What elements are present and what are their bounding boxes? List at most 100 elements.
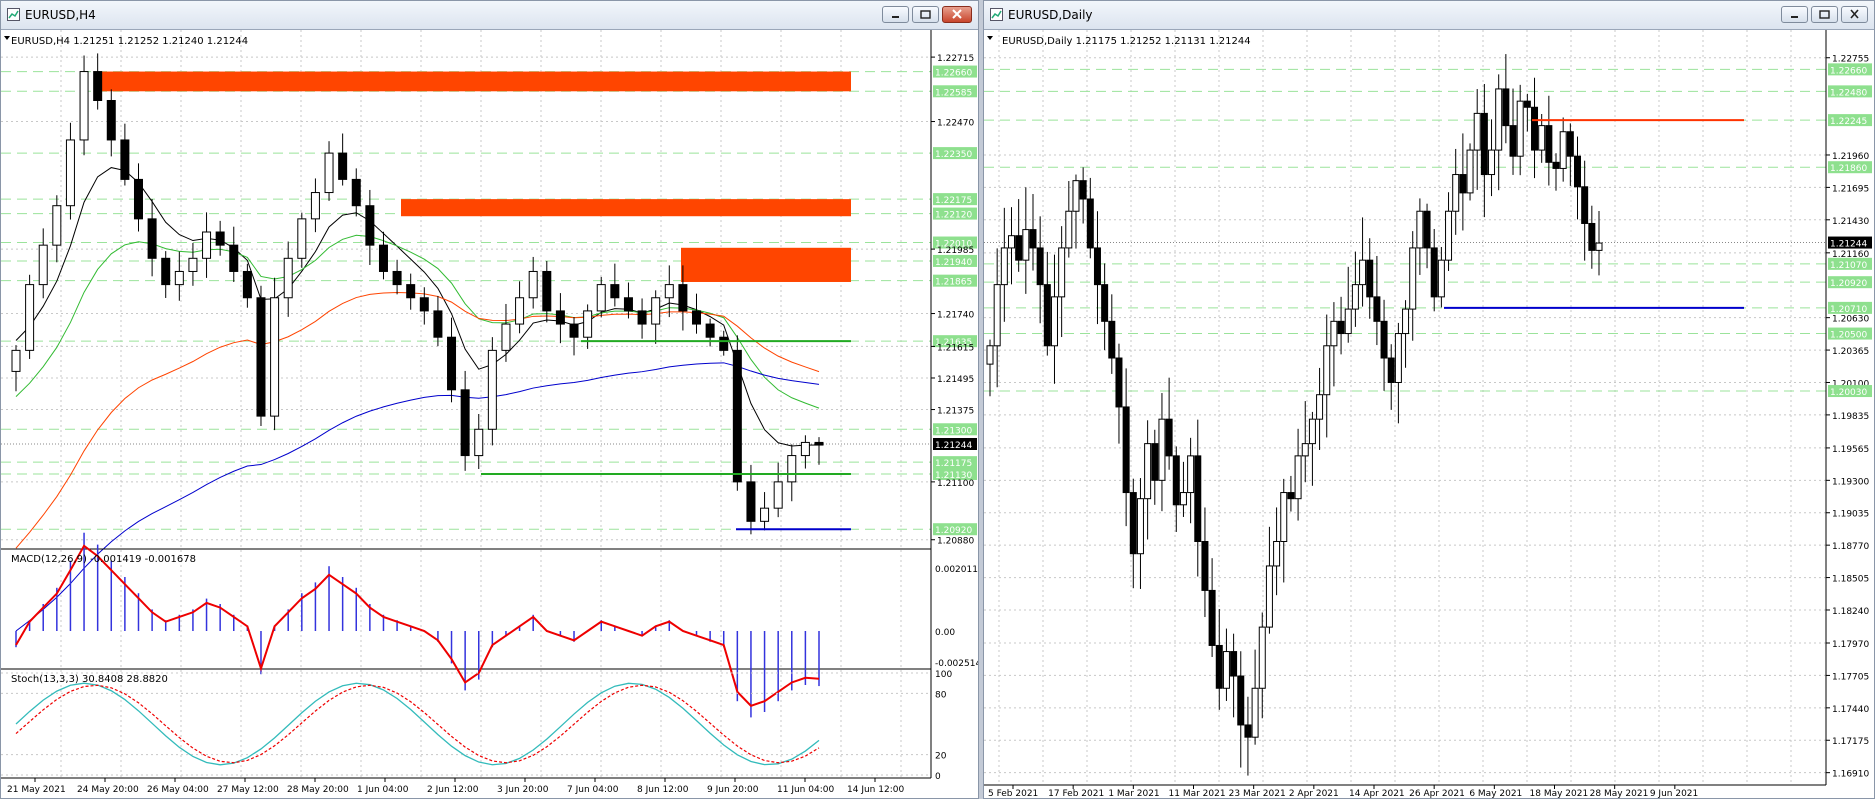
bear-candle [1108, 320, 1116, 359]
daily-window-titlebar[interactable]: EURUSD,Daily [984, 1, 1874, 30]
chart-dropdown-icon[interactable] [987, 36, 993, 40]
price-axis-label: 1.20920 [1830, 279, 1867, 289]
macd-scale-label: -0.002514 [935, 659, 978, 669]
bear-candle [1208, 589, 1216, 646]
time-axis-label: 27 May 12:00 [217, 785, 279, 795]
price-axis-label: 1.19035 [1832, 510, 1869, 520]
bear-candle [542, 270, 552, 312]
bull-candle [1000, 247, 1008, 286]
price-axis-label: 1.22350 [935, 150, 972, 160]
time-axis-label: 14 Apr 2021 [1349, 789, 1405, 798]
restore-button[interactable] [1811, 6, 1838, 23]
bear-candle [555, 310, 565, 325]
price-axis-label: 1.19835 [1832, 412, 1869, 422]
bull-candle [1273, 540, 1281, 567]
bear-candle [1215, 644, 1223, 689]
price-axis-label: 1.20630 [1832, 315, 1869, 325]
h4-window-titlebar[interactable]: EURUSD,H4 [1, 1, 978, 30]
price-axis-label: 1.21860 [1830, 164, 1867, 174]
bull-candle [1316, 394, 1324, 420]
bull-candle [188, 257, 198, 272]
bear-candle [1115, 357, 1123, 408]
bull-candle [1308, 418, 1316, 445]
price-axis-label: 1.17705 [1832, 672, 1869, 682]
h4-price-chart[interactable]: EURUSD,H4 1.21251 1.21252 1.21240 1.2124… [1, 30, 978, 798]
time-axis-label: 26 May 04:00 [147, 785, 209, 795]
bull-candle [1359, 259, 1367, 286]
daily-price-chart[interactable]: EURUSD,Daily 1.21175 1.21252 1.21131 1.2… [984, 30, 1874, 798]
bull-candle [1344, 308, 1352, 335]
chart-window-icon [990, 8, 1003, 21]
bull-candle [270, 297, 280, 417]
daily-chart-window[interactable]: EURUSD,Daily EURUSD,Daily 1.21175 1.2125… [983, 0, 1875, 799]
price-axis-label: 1.21940 [935, 258, 972, 268]
price-axis-label: 1.22175 [935, 196, 972, 206]
bear-candle [1086, 198, 1094, 249]
close-button[interactable] [1841, 6, 1868, 23]
bear-candle [447, 336, 457, 391]
bull-candle [1330, 320, 1338, 347]
bull-candle [986, 345, 994, 365]
bull-candle [528, 270, 538, 299]
bull-candle [501, 323, 511, 351]
stoch-label: Stoch(13,3,3) 30.8408 28.8820 [11, 674, 168, 685]
bear-candle [1244, 724, 1252, 738]
bear-candle [610, 284, 620, 299]
price-axis-label: 1.22660 [1830, 66, 1867, 76]
bull-candle [38, 244, 48, 286]
bull-candle [1251, 687, 1259, 738]
price-axis-label: 1.17970 [1832, 640, 1869, 650]
bear-candle [1194, 455, 1202, 542]
price-axis-label: 1.21615 [937, 343, 974, 353]
time-axis-label: 8 Jun 12:00 [637, 785, 689, 795]
bear-candle [365, 205, 375, 246]
restore-icon [1819, 10, 1830, 19]
price-axis-label: 1.21430 [1832, 217, 1869, 227]
time-axis-label: 9 Jun 20:00 [707, 785, 759, 795]
bear-candle [569, 323, 579, 338]
bear-candle [1093, 247, 1101, 286]
time-axis-label: 18 May 2021 [1530, 789, 1589, 798]
h4-chart-window[interactable]: EURUSD,H4 EURUSD,H4 1.21251 1.21252 1.21… [0, 0, 979, 799]
close-button[interactable] [942, 6, 972, 23]
minimize-button[interactable] [1781, 6, 1808, 23]
price-axis-label: 1.21175 [935, 459, 972, 469]
price-axis-label: 1.22470 [937, 119, 974, 129]
bull-candle [283, 257, 293, 299]
bull-candle [1437, 259, 1445, 298]
bear-candle [1029, 229, 1037, 249]
time-axis-label: 7 Jun 04:00 [567, 785, 619, 795]
chart-window-icon [7, 8, 20, 21]
bear-candle [1230, 651, 1238, 677]
bull-candle [25, 284, 35, 351]
bear-candle [242, 270, 252, 299]
minimize-button[interactable] [882, 6, 909, 23]
restore-button[interactable] [912, 6, 939, 23]
bear-candle [106, 99, 116, 141]
bull-candle [1559, 131, 1567, 169]
bear-candle [1043, 284, 1051, 347]
bear-candle [1380, 320, 1388, 359]
time-axis-label: 6 May 2021 [1469, 789, 1522, 798]
time-axis-label: 23 Mar 2021 [1229, 789, 1286, 798]
price-axis-label: 1.21495 [937, 375, 974, 385]
minimize-icon [1791, 16, 1798, 18]
price-axis-label: 1.16910 [1832, 770, 1869, 780]
resistance-zone [96, 71, 851, 92]
bear-candle [93, 71, 103, 101]
price-axis-label: 1.22660 [935, 69, 972, 79]
bear-candle [1552, 161, 1560, 169]
price-axis-label: 1.21985 [937, 246, 974, 256]
chart-dropdown-icon[interactable] [4, 36, 10, 40]
bear-candle [215, 231, 225, 246]
price-axis-label: 1.19300 [1832, 477, 1869, 487]
bear-candle [460, 389, 470, 457]
bear-candle [1566, 131, 1574, 157]
price-axis-label: 1.22755 [1832, 55, 1869, 65]
bull-candle [1058, 247, 1066, 298]
price-axis-label: 1.22245 [1830, 117, 1867, 127]
bull-candle [1007, 235, 1015, 249]
price-axis-label: 1.22585 [935, 88, 972, 98]
bull-candle [1179, 492, 1187, 506]
bull-candle [1187, 455, 1195, 494]
